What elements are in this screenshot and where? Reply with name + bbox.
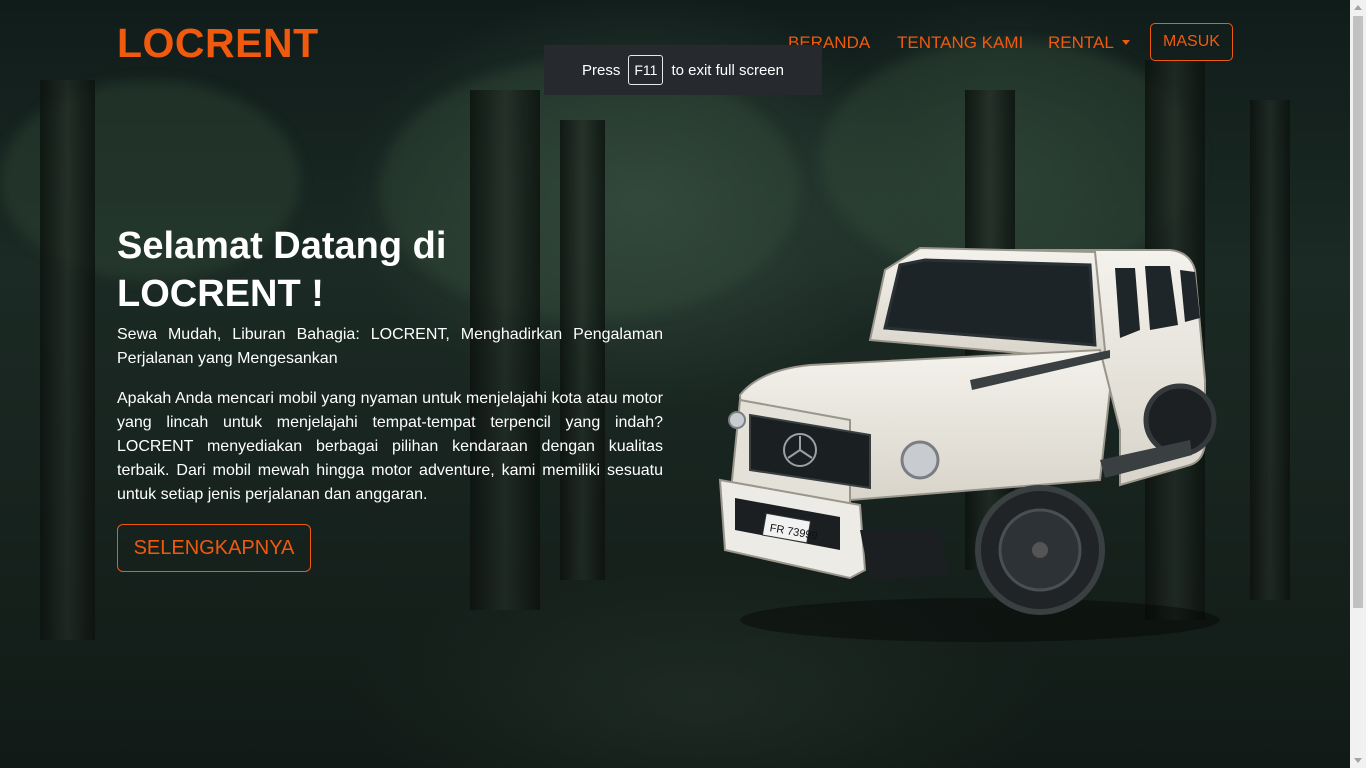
hero-title: Selamat Datang di LOCRENT ! — [117, 222, 537, 318]
nav-dropdown-rental-label: RENTAL — [1048, 33, 1114, 52]
learn-more-button[interactable]: SELENGKAPNYA — [117, 524, 311, 572]
fullscreen-notice-suffix: to exit full screen — [671, 61, 784, 79]
hero-title-line-1: Selamat Datang di — [117, 225, 447, 267]
hero-description: Apakah Anda mencari mobil yang nyaman un… — [117, 390, 663, 503]
fullscreen-notice-prefix: Press — [582, 61, 621, 79]
scrollbar-thumb[interactable] — [1353, 16, 1363, 608]
scroll-down-arrow-icon[interactable] — [1354, 758, 1362, 763]
nav-dropdown-rental[interactable]: RENTAL — [1048, 33, 1130, 53]
fullscreen-notice: Press F11 to exit full screen — [544, 45, 822, 95]
tree-trunk — [40, 80, 95, 640]
scroll-up-arrow-icon[interactable] — [1354, 5, 1362, 10]
suv-car-image: FR 73999 — [718, 246, 1220, 642]
f11-key-badge: F11 — [628, 55, 664, 85]
brand-logo[interactable]: LOCRENT — [117, 20, 319, 67]
hero-subtitle: Sewa Mudah, Liburan Bahagia: LOCRENT, Me… — [117, 326, 663, 367]
nav-link-tentang-kami[interactable]: TENTANG KAMI — [897, 33, 1023, 53]
page-scrollbar[interactable] — [1350, 0, 1366, 768]
caret-down-icon — [1121, 40, 1130, 45]
hero-title-line-2: LOCRENT ! — [117, 273, 324, 315]
tree-trunk — [1250, 100, 1290, 600]
login-button[interactable]: MASUK — [1150, 23, 1233, 61]
